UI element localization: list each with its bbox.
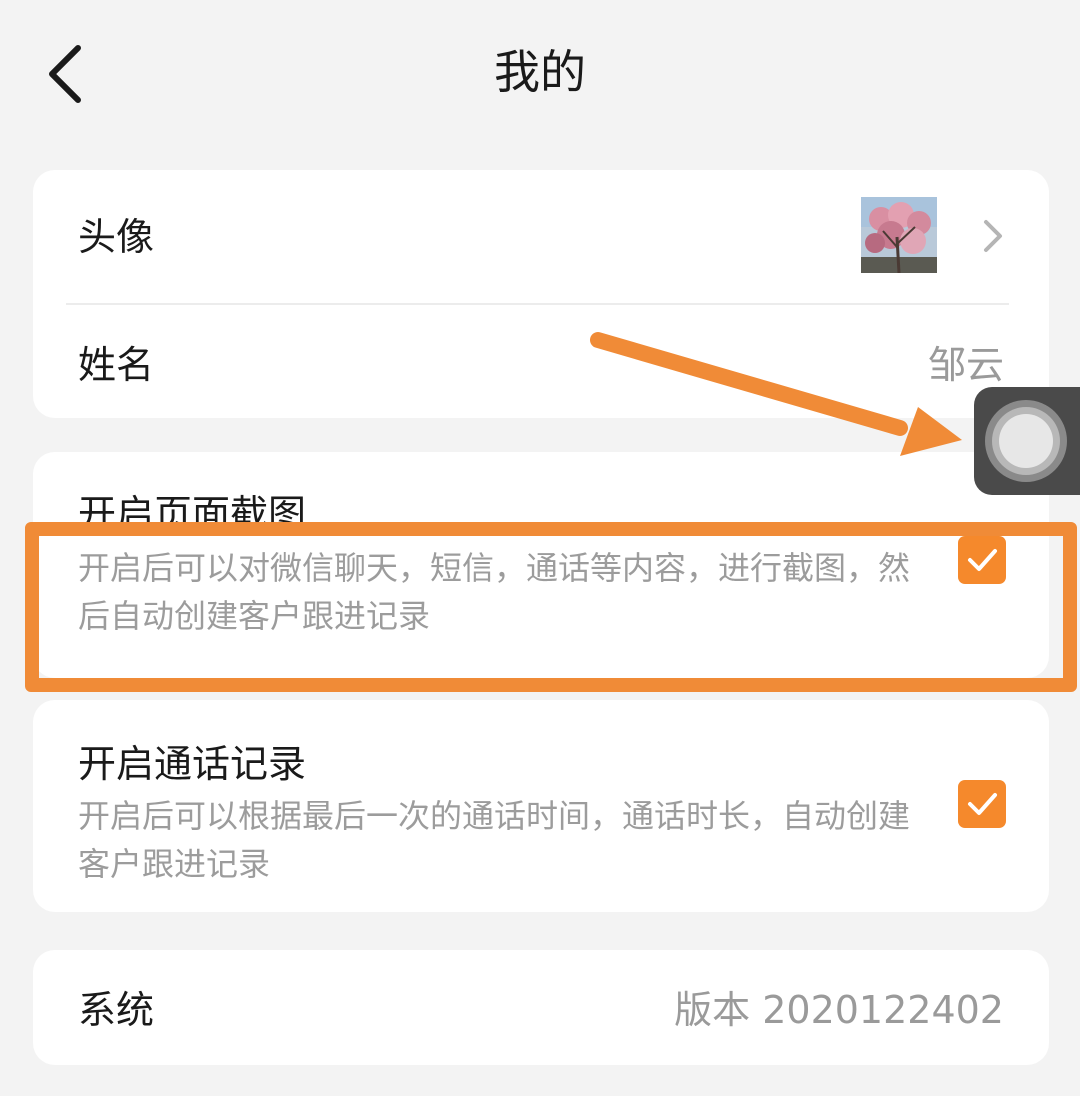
setting-card-screenshot: 开启页面截图 开启后可以对微信聊天，短信，通话等内容，进行截图，然后自动创建客户… — [33, 452, 1049, 678]
name-label: 姓名 — [78, 343, 155, 387]
system-version: 版本 2020122402 — [674, 988, 1004, 1032]
avatar-image-icon — [861, 197, 937, 273]
page-title: 我的 — [494, 45, 586, 99]
top-bar: 我的 — [0, 0, 1080, 145]
avatar-label[interactable]: 头像 — [78, 213, 154, 261]
screenshot-checkbox[interactable] — [958, 536, 1006, 584]
avatar-chevron[interactable] — [978, 216, 1008, 256]
setting-title-screenshot: 开启页面截图 — [78, 492, 307, 536]
row-divider — [66, 303, 1009, 305]
setting-card-call-log: 开启通话记录 开启后可以根据最后一次的通话时间，通话时长，自动创建客户跟进记录 — [33, 700, 1049, 912]
setting-desc-call-log: 开启后可以根据最后一次的通话时间，通话时长，自动创建客户跟进记录 — [78, 797, 911, 883]
assistive-touch-button[interactable] — [974, 387, 1080, 495]
name-value[interactable]: 邹云 — [928, 341, 1004, 389]
assistive-touch-icon — [985, 400, 1067, 482]
my-profile-page: 我的 头像 姓名 邹云 开启页面截图 开启后可以对微信聊天，短信，通话等内容，进… — [0, 0, 1080, 1096]
chevron-right-icon — [984, 220, 1002, 252]
setting-title-call-log: 开启通话记录 — [78, 742, 307, 786]
checkmark-icon — [968, 793, 997, 815]
avatar[interactable] — [861, 197, 937, 273]
checkmark-icon — [968, 549, 997, 571]
system-label: 系统 — [78, 988, 155, 1032]
call-log-checkbox[interactable] — [958, 780, 1006, 828]
system-card: 系统 版本 2020122402 — [33, 950, 1049, 1065]
setting-desc-screenshot: 开启后可以对微信聊天，短信，通话等内容，进行截图，然后自动创建客户跟进记录 — [78, 549, 911, 635]
profile-card: 头像 姓名 邹云 — [33, 170, 1049, 418]
